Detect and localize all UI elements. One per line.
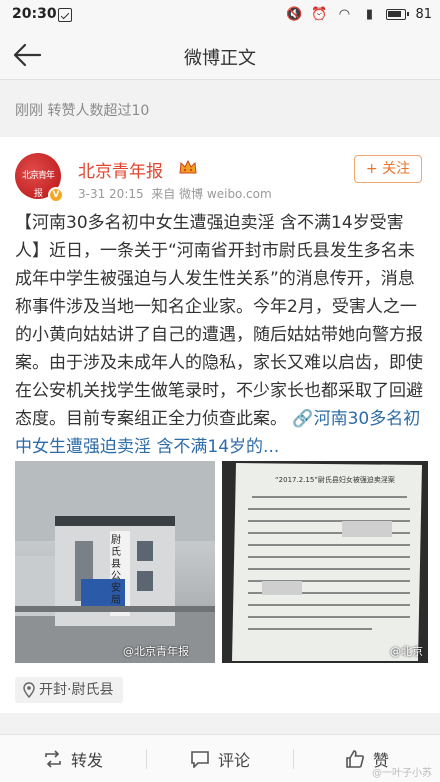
image-watermark: @北京青年报 xyxy=(123,645,189,658)
verified-badge-icon: V xyxy=(48,187,64,203)
location-tag[interactable]: 开封·尉氏县 xyxy=(15,677,124,703)
post-time: 3-31 20:15 xyxy=(78,187,144,201)
mute-icon: 🔇 xyxy=(286,6,303,22)
post-meta: 3-31 20:15 来自 微博 weibo.com xyxy=(78,185,272,202)
comment-button[interactable]: 评论 xyxy=(147,735,293,782)
post-card: 北京青年报 V 北京青年报 3-31 20:15 来自 微博 weibo.com… xyxy=(0,137,440,713)
crown-icon xyxy=(179,159,197,174)
status-icons: 🔇 ⏰ ◠ ▮ 81 xyxy=(286,6,432,22)
signal-icon: ▮ xyxy=(365,6,374,22)
corner-watermark: @一叶子小苏 xyxy=(372,768,432,779)
sign-text: 尉氏县公安局 xyxy=(111,535,121,606)
thumbs-up-icon xyxy=(346,749,364,768)
repost-button[interactable]: 转发 xyxy=(0,735,146,782)
battery-icon xyxy=(386,8,410,20)
avatar-logo: 北京青年报 xyxy=(21,171,55,199)
location-pin-icon xyxy=(23,682,35,698)
post-body: 【河南30多名初中女生遭强迫卖淫 含不满14岁受害人】近日，一条关于“河南省开封… xyxy=(15,209,427,461)
location-text: 开封·尉氏县 xyxy=(39,682,114,698)
repost-notice: 刚刚 转赞人数超过10 xyxy=(15,103,150,119)
battery-level: 81 xyxy=(415,6,432,22)
follow-button[interactable]: + 关注 xyxy=(354,155,422,183)
comment-icon xyxy=(191,750,209,768)
repost-label: 转发 xyxy=(70,750,103,770)
page-title: 微博正文 xyxy=(184,48,256,69)
status-time: 20:30 xyxy=(12,6,57,22)
post-source: 来自 微博 weibo.com xyxy=(151,187,272,201)
alarm-icon: ⏰ xyxy=(311,6,328,22)
title-bar: 微博正文 xyxy=(0,30,440,80)
image-watermark: @北京 xyxy=(390,645,423,658)
comment-label: 评论 xyxy=(217,750,250,770)
post-text: 【河南30多名初中女生遭强迫卖淫 含不满14岁受害人】近日，一条关于“河南省开封… xyxy=(15,213,423,429)
document-photo xyxy=(232,463,422,661)
post-image-2[interactable]: “2017.2.15”尉氏县妇女被强迫卖淫案 @北京 xyxy=(222,461,428,663)
document-title: “2017.2.15”尉氏县妇女被强迫卖淫案 xyxy=(275,476,395,484)
author-name[interactable]: 北京青年报 xyxy=(78,157,163,182)
status-bar: 20:30 🔇 ⏰ ◠ ▮ 81 xyxy=(0,0,440,30)
wifi-icon: ◠ xyxy=(338,6,351,22)
post-image-1[interactable]: 尉氏县公安局 @北京青年报 xyxy=(15,461,215,663)
repost-icon xyxy=(45,749,61,768)
notification-icon xyxy=(58,8,72,22)
